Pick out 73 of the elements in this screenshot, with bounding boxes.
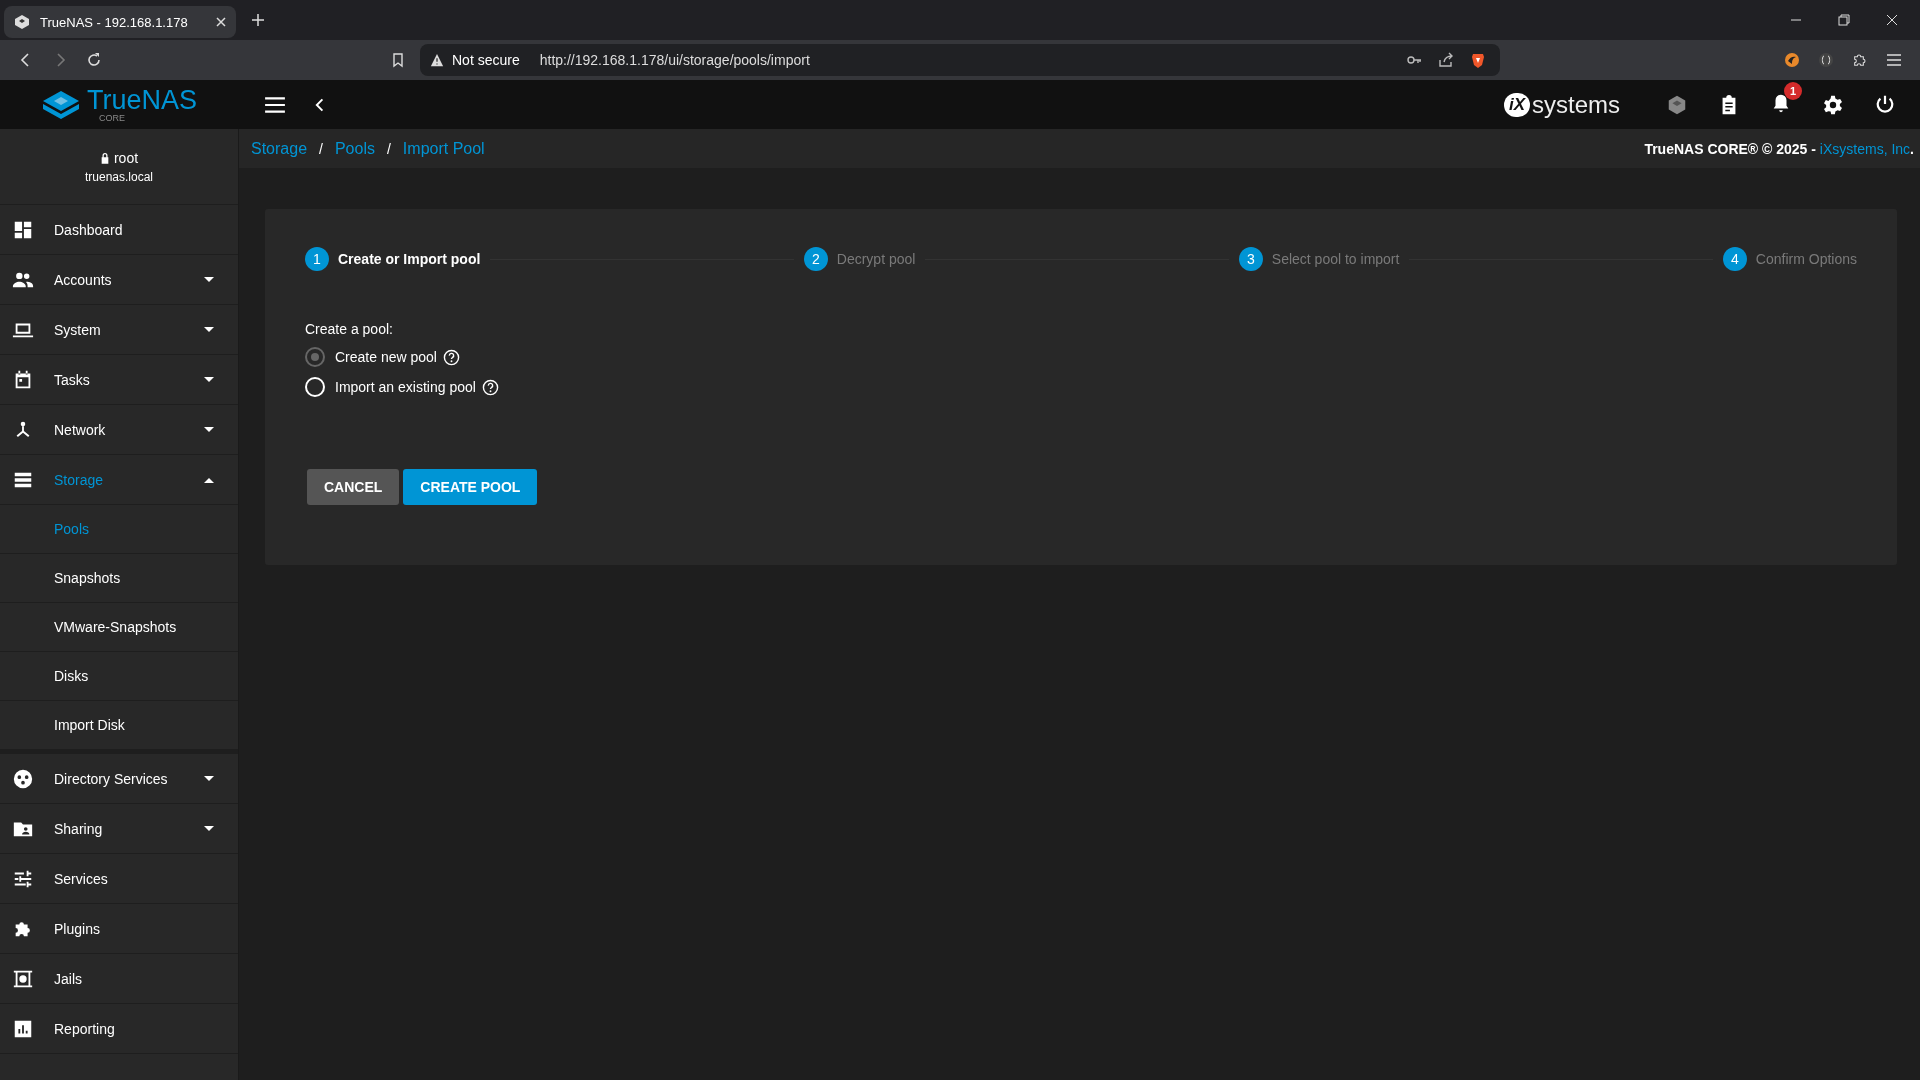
step-label[interactable]: Create or Import pool [338,251,481,267]
breadcrumb-separator: / [319,140,323,157]
option-label: Import an existing pool [335,379,476,395]
lion-shield-icon[interactable] [1470,52,1486,68]
logo-text: TrueNAS [87,86,197,114]
vendor-mark: iX [1503,92,1530,117]
help-icon[interactable] [442,348,460,366]
extension-icon[interactable] [1818,52,1834,68]
url-text: http://192.168.1.178/ui/storage/pools/import [539,52,810,68]
caret-icon [204,476,214,483]
close-icon[interactable] [1886,14,1898,26]
breadcrumb-link[interactable]: Import Pool [402,139,485,158]
address-bar[interactable]: Not secure http://192.168.1.178/ui/storage/pools/import [420,44,1500,76]
restore-icon[interactable] [1838,14,1850,26]
sidebar-item[interactable]: Sharing [0,804,238,854]
step-number: 1 [305,247,329,271]
notification-badge: 1 [1784,81,1802,100]
copyright-text: TrueNAS CORE® © 2025 - iXsystems, Inc. [1644,140,1914,157]
circle-dots-icon [12,767,34,790]
radio-button[interactable] [305,347,325,367]
sidebar-item[interactable]: System [0,305,238,355]
option-label: Create new pool [335,349,437,365]
breadcrumb-link[interactable]: Pools [334,139,375,158]
tab-title: TrueNAS - 192.168.1.178 [40,14,189,30]
security-label: Not secure [452,52,520,68]
sidebar-item[interactable]: Storage [0,455,238,505]
warning-icon [430,53,444,67]
caret-icon [204,376,214,383]
truenas-logo-icon [41,89,81,120]
breadcrumb-link[interactable]: Storage [251,139,308,158]
caret-icon [204,825,214,832]
caret-icon [204,276,214,283]
sidebar-item[interactable]: Services [0,854,238,904]
browser-tab[interactable]: TrueNAS - 192.168.1.178 [4,6,236,38]
sidebar-item[interactable]: Jails [0,954,238,1004]
form-label: Create a pool: [305,321,394,337]
sidebar-item[interactable]: Tasks [0,355,238,405]
sidebar-item[interactable]: Dashboard [0,205,238,255]
step-number: 4 [1722,247,1747,271]
sidebar-item[interactable]: Accounts [0,255,238,305]
caret-icon [204,775,214,782]
logo-subtitle: CORE [99,113,126,123]
puzzle-icon[interactable] [1852,52,1868,68]
sidebar-item[interactable]: Reporting [0,1004,238,1054]
extension-icon[interactable] [1784,52,1800,68]
sidebar-subitem[interactable]: Snapshots [0,554,238,603]
step-number: 2 [803,247,828,271]
new-tab-icon[interactable] [252,14,264,26]
sidebar-subitem[interactable]: Pools [0,505,238,554]
vendor-name: systems [1532,90,1620,119]
username: root [113,149,139,166]
share-icon[interactable] [1438,52,1454,68]
caret-icon [204,426,214,433]
cancel-button[interactable]: CANCEL [307,469,400,505]
bookmark-icon[interactable] [390,52,406,68]
caret-icon [204,326,214,333]
lock-icon [99,151,110,164]
menu-icon[interactable] [1886,52,1902,68]
cube-icon[interactable] [1666,93,1688,116]
sidebar-subitem[interactable]: Disks [0,652,238,701]
reload-icon[interactable] [86,52,102,68]
hostname: truenas.local [84,169,153,184]
cube-icon [14,14,30,30]
sidebar-item[interactable]: Directory Services [0,754,238,804]
close-icon[interactable] [216,17,226,27]
sidebar-item[interactable]: Network [0,405,238,455]
help-icon[interactable] [481,378,499,396]
sidebar-item[interactable]: Plugins [0,904,238,954]
power-icon[interactable] [1874,93,1896,116]
step-number: 3 [1238,247,1263,271]
settings-icon[interactable] [1822,93,1844,116]
sidebar-subitem[interactable]: VMware-Snapshots [0,603,238,652]
breadcrumb-separator: / [386,140,391,157]
